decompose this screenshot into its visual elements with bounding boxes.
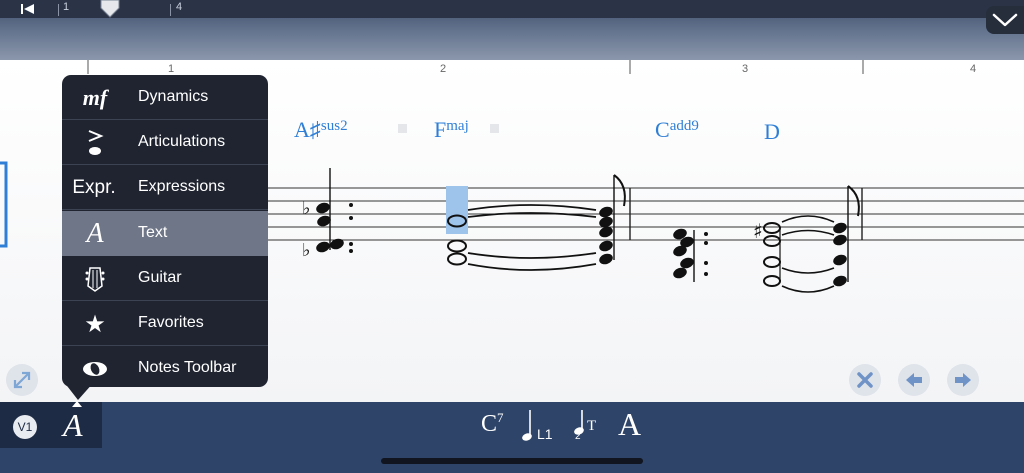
text-tool-button[interactable]: A — [63, 405, 91, 445]
menu-item-label: Text — [138, 224, 168, 241]
next-button[interactable] — [947, 364, 979, 396]
lyrics-tool[interactable]: L1 — [520, 404, 556, 444]
tab-tool[interactable]: 2 T — [572, 404, 604, 444]
svg-text:♭: ♭ — [302, 240, 311, 261]
timeline-tick — [170, 4, 171, 16]
menu-item-label: Guitar — [138, 269, 182, 286]
menu-item-dynamics[interactable]: mf Dynamics — [62, 75, 268, 120]
menu-item-text[interactable]: A Text — [62, 211, 268, 256]
expand-button[interactable] — [6, 364, 38, 396]
measure-number: 2 — [440, 63, 446, 75]
menu-item-label: Dynamics — [138, 88, 209, 105]
chevron-down-icon — [992, 13, 1018, 27]
tool-menu: mf Dynamics Articulations Expr. Expressi… — [62, 75, 268, 387]
menu-item-label: Notes Toolbar — [138, 359, 237, 376]
chord-symbol-tool[interactable]: C7 — [481, 410, 504, 438]
rewind-icon[interactable] — [20, 3, 36, 15]
guitar-icon — [72, 256, 118, 301]
note-chord[interactable] — [672, 227, 708, 282]
chord-symbol[interactable]: Fmaj — [434, 117, 469, 143]
note-chord-selected[interactable] — [447, 204, 597, 271]
text-style-tool[interactable]: A — [618, 406, 641, 443]
svg-text:♯: ♯ — [753, 219, 763, 243]
svg-text:♭: ♭ — [302, 198, 311, 219]
timeline-marker: 1 — [63, 1, 70, 13]
playhead-handle[interactable] — [99, 0, 121, 18]
measure-number: 4 — [970, 63, 976, 75]
measure-number: 3 — [742, 63, 748, 75]
note-chord[interactable] — [598, 174, 626, 266]
chord-symbol[interactable]: A♯sus2 — [294, 117, 348, 143]
home-indicator — [381, 458, 643, 464]
note-icon — [522, 410, 532, 441]
chord-symbol[interactable]: D — [764, 119, 780, 145]
text-icon: A — [86, 217, 104, 249]
articulations-icon — [72, 120, 118, 165]
menu-item-expressions[interactable]: Expr. Expressions — [62, 165, 268, 210]
measure-number: 1 — [168, 63, 174, 75]
menu-item-label: Expressions — [138, 178, 226, 195]
arrow-left-icon — [906, 373, 922, 387]
chord-symbol[interactable]: Cadd9 — [655, 117, 699, 143]
dynamics-icon: mf — [82, 84, 108, 110]
menu-item-articulations[interactable]: Articulations — [62, 120, 268, 165]
menu-item-label: Articulations — [138, 133, 226, 150]
timeline-marker: 4 — [176, 1, 183, 13]
close-icon — [857, 372, 873, 388]
caret-up-icon — [72, 401, 82, 407]
timeline-strip[interactable]: 1 4 — [0, 0, 1024, 18]
arrow-right-icon — [955, 373, 971, 387]
menu-item-favorites[interactable]: ★ Favorites — [62, 301, 268, 346]
expressions-icon: Expr. — [72, 176, 116, 198]
previous-button[interactable] — [898, 364, 930, 396]
menu-item-guitar[interactable]: Guitar — [62, 256, 268, 301]
collapse-button[interactable] — [986, 6, 1024, 34]
favorites-icon: ★ — [84, 309, 106, 338]
timeline-tick — [58, 4, 59, 16]
expand-icon — [13, 371, 31, 389]
menu-item-label: Favorites — [138, 314, 204, 331]
voice-selector[interactable]: V1 — [13, 415, 37, 439]
delete-button[interactable] — [849, 364, 881, 396]
